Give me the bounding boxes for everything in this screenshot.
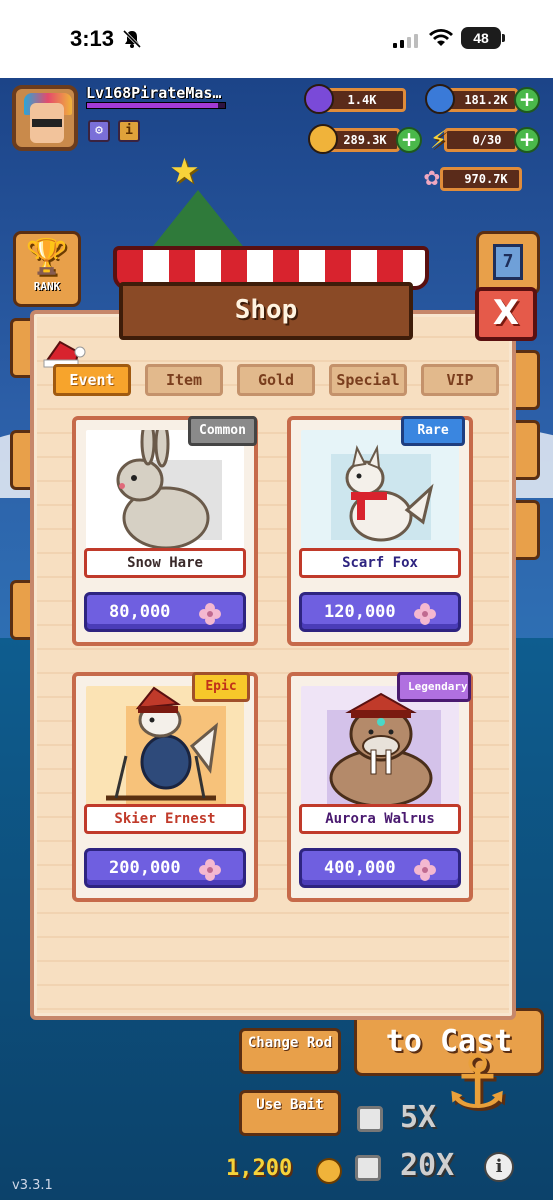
- shop-item-scarf-fox[interactable]: Rare Scarf Fox 120,000: [287, 416, 473, 646]
- add-energy-button[interactable]: +: [514, 127, 540, 153]
- status-bar: 3:13 48: [0, 0, 553, 78]
- rank-label: RANK: [33, 280, 61, 293]
- rarity-badge-common: Common: [188, 416, 257, 446]
- flower-gem-icon: [414, 603, 436, 625]
- xp-bar: [86, 102, 226, 109]
- player-name: Lv168PirateMas…: [86, 84, 222, 102]
- wifi-icon: [429, 29, 453, 46]
- tab-vip[interactable]: VIP: [421, 364, 499, 396]
- flower-gem-icon: [414, 859, 436, 881]
- battery-indicator: 48: [461, 27, 505, 49]
- flower-gem-icon: ✿: [424, 162, 440, 192]
- item-price: 200,000: [109, 858, 181, 878]
- anchor-icon[interactable]: ⚓: [450, 1028, 504, 1128]
- tab-special[interactable]: Special: [329, 364, 407, 396]
- skier-ernest-image: [86, 686, 244, 810]
- rarity-badge-epic: Epic: [192, 672, 250, 702]
- item-name: Snow Hare: [84, 548, 246, 578]
- use-bait-button[interactable]: Use Bait: [239, 1090, 341, 1136]
- item-name: Aurora Walrus: [299, 804, 461, 834]
- buy-button[interactable]: 400,000: [299, 848, 461, 888]
- status-time: 3:13: [70, 26, 115, 51]
- gems-counter: 970.7K: [440, 167, 522, 191]
- lightning-icon: ⚡: [430, 122, 447, 155]
- info-icon: i: [125, 123, 133, 138]
- fish-icon: [425, 84, 455, 114]
- shop-title: Shop: [119, 282, 413, 340]
- scarf-fox-image: [301, 430, 459, 554]
- player-avatar[interactable]: [12, 85, 78, 151]
- bell-off-icon: [122, 29, 142, 49]
- item-name: Scarf Fox: [299, 548, 461, 578]
- calendar-button[interactable]: 7: [476, 231, 540, 295]
- trophy-icon: 🏆: [25, 237, 69, 277]
- gear-icon: ⚙: [95, 123, 103, 138]
- pearl-icon: [304, 84, 334, 114]
- item-price: 80,000: [109, 602, 171, 622]
- bait-cost: 1,200: [226, 1156, 293, 1181]
- tab-event[interactable]: Event: [53, 364, 131, 396]
- aurora-walrus-image: [301, 686, 459, 810]
- star-icon: ★: [170, 139, 199, 195]
- gold-coin-icon: [316, 1158, 342, 1184]
- rarity-badge-rare: Rare: [401, 416, 465, 446]
- shop-item-snow-hare[interactable]: Common Snow Hare 80,000: [72, 416, 258, 646]
- rank-button[interactable]: 🏆 RANK: [13, 231, 81, 307]
- multiplier-5x-checkbox[interactable]: [357, 1106, 383, 1132]
- signal-icon: [393, 32, 418, 48]
- item-name: Skier Ernest: [84, 804, 246, 834]
- buy-button[interactable]: 80,000: [84, 592, 246, 632]
- item-price: 120,000: [324, 602, 396, 622]
- settings-gear-button[interactable]: ⚙: [88, 120, 110, 142]
- tab-gold[interactable]: Gold: [237, 364, 315, 396]
- gold-coin-icon: [308, 124, 338, 154]
- multiplier-20x-checkbox[interactable]: [355, 1155, 381, 1181]
- energy-counter: 0/30: [444, 128, 518, 152]
- add-fish-button[interactable]: +: [514, 87, 540, 113]
- buy-button[interactable]: 120,000: [299, 592, 461, 632]
- item-price: 400,000: [324, 858, 396, 878]
- buy-button[interactable]: 200,000: [84, 848, 246, 888]
- flower-gem-icon: [199, 603, 221, 625]
- tab-item[interactable]: Item: [145, 364, 223, 396]
- version-label: v3.3.1: [12, 1178, 53, 1193]
- info-button[interactable]: i: [118, 120, 140, 142]
- close-button[interactable]: X: [475, 287, 537, 341]
- rarity-badge-legendary: Legendary: [397, 672, 471, 702]
- info-circle-icon[interactable]: i: [484, 1152, 514, 1182]
- shop-item-aurora-walrus[interactable]: Legendary Aurora Walrus 400,000: [287, 672, 473, 902]
- shop-item-skier-ernest[interactable]: Epic Skier Ernest 200,000: [72, 672, 258, 902]
- calendar-icon: 7: [493, 244, 523, 280]
- multiplier-5x-label: 5X: [400, 1100, 437, 1135]
- snow-hare-image: [86, 430, 244, 554]
- christmas-tree: [150, 190, 246, 250]
- multiplier-20x-label: 20X: [400, 1148, 455, 1183]
- add-gold-button[interactable]: +: [396, 127, 422, 153]
- change-rod-button[interactable]: Change Rod: [239, 1028, 341, 1074]
- flower-gem-icon: [199, 859, 221, 881]
